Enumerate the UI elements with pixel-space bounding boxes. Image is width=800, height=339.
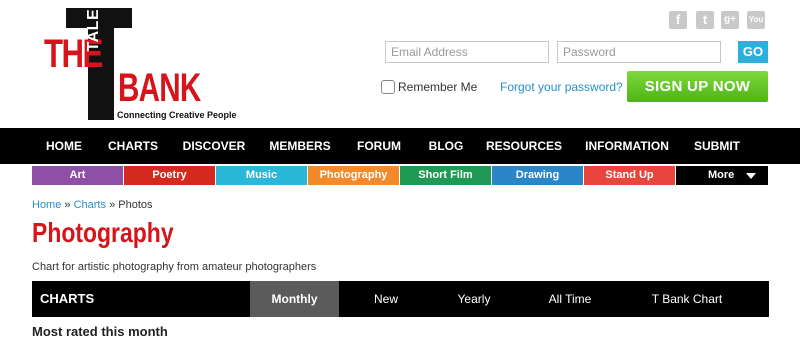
category-music[interactable]: Music bbox=[216, 166, 307, 185]
breadcrumb-charts[interactable]: Charts bbox=[74, 199, 106, 211]
tab-monthly[interactable]: Monthly bbox=[250, 281, 339, 317]
category-stand-up[interactable]: Stand Up bbox=[584, 166, 675, 185]
breadcrumb-separator: » bbox=[64, 199, 71, 211]
nav-item-information[interactable]: INFORMATION bbox=[585, 128, 669, 164]
breadcrumb-current: Photos bbox=[118, 199, 153, 211]
charts-heading: CHARTS bbox=[40, 291, 95, 306]
tab-all-time[interactable]: All Time bbox=[520, 281, 620, 317]
facebook-icon[interactable]: f bbox=[669, 11, 687, 29]
remember-me-label: Remember Me bbox=[398, 80, 478, 94]
breadcrumb-separator: » bbox=[109, 199, 116, 211]
nav-item-home[interactable]: HOME bbox=[46, 128, 82, 164]
site-logo[interactable]: THE TALENT BANK Connecting Creative Peop… bbox=[40, 0, 250, 124]
password-field[interactable] bbox=[557, 41, 721, 63]
google-plus-icon[interactable]: g+ bbox=[721, 11, 739, 29]
breadcrumb-home[interactable]: Home bbox=[32, 199, 61, 211]
nav-item-discover[interactable]: DISCOVER bbox=[183, 128, 246, 164]
nav-item-resources[interactable]: RESOURCES bbox=[486, 128, 562, 164]
nav-item-members[interactable]: MEMBERS bbox=[269, 128, 330, 164]
chevron-down-icon bbox=[746, 173, 756, 179]
email-field[interactable] bbox=[385, 41, 549, 63]
page-title: Photography bbox=[32, 217, 174, 248]
remember-me-checkbox[interactable] bbox=[381, 80, 395, 94]
logo-word-bank: BANK bbox=[118, 66, 201, 110]
tab-yearly[interactable]: Yearly bbox=[430, 281, 518, 317]
page-subtitle: Chart for artistic photography from amat… bbox=[32, 261, 317, 273]
logo-tagline: Connecting Creative People bbox=[117, 110, 237, 120]
category-drawing[interactable]: Drawing bbox=[492, 166, 583, 185]
breadcrumb: Home » Charts » Photos bbox=[32, 199, 153, 211]
category-photography[interactable]: Photography bbox=[308, 166, 399, 185]
nav-item-forum[interactable]: FORUM bbox=[357, 128, 401, 164]
tab-new[interactable]: New bbox=[343, 281, 429, 317]
section-heading: Most rated this month bbox=[32, 324, 168, 339]
charts-tab-bar: CHARTS Monthly New Yearly All Time T Ban… bbox=[32, 281, 769, 317]
category-poetry[interactable]: Poetry bbox=[124, 166, 215, 185]
logo-word-talent: TALENT bbox=[85, 0, 102, 52]
nav-item-charts[interactable]: CHARTS bbox=[108, 128, 158, 164]
forgot-password-link[interactable]: Forgot your password? bbox=[500, 80, 623, 94]
main-nav: HOME CHARTS DISCOVER MEMBERS FORUM BLOG … bbox=[0, 128, 800, 164]
nav-item-submit[interactable]: SUBMIT bbox=[694, 128, 740, 164]
tab-t-bank-chart[interactable]: T Bank Chart bbox=[627, 281, 747, 317]
category-art[interactable]: Art bbox=[32, 166, 123, 185]
sign-up-button[interactable]: SIGN UP NOW bbox=[627, 71, 768, 102]
go-button[interactable]: GO bbox=[738, 41, 768, 63]
category-short-film[interactable]: Short Film bbox=[400, 166, 491, 185]
twitter-icon[interactable]: t bbox=[696, 11, 714, 29]
nav-item-blog[interactable]: BLOG bbox=[429, 128, 464, 164]
youtube-icon[interactable]: You bbox=[747, 11, 765, 29]
